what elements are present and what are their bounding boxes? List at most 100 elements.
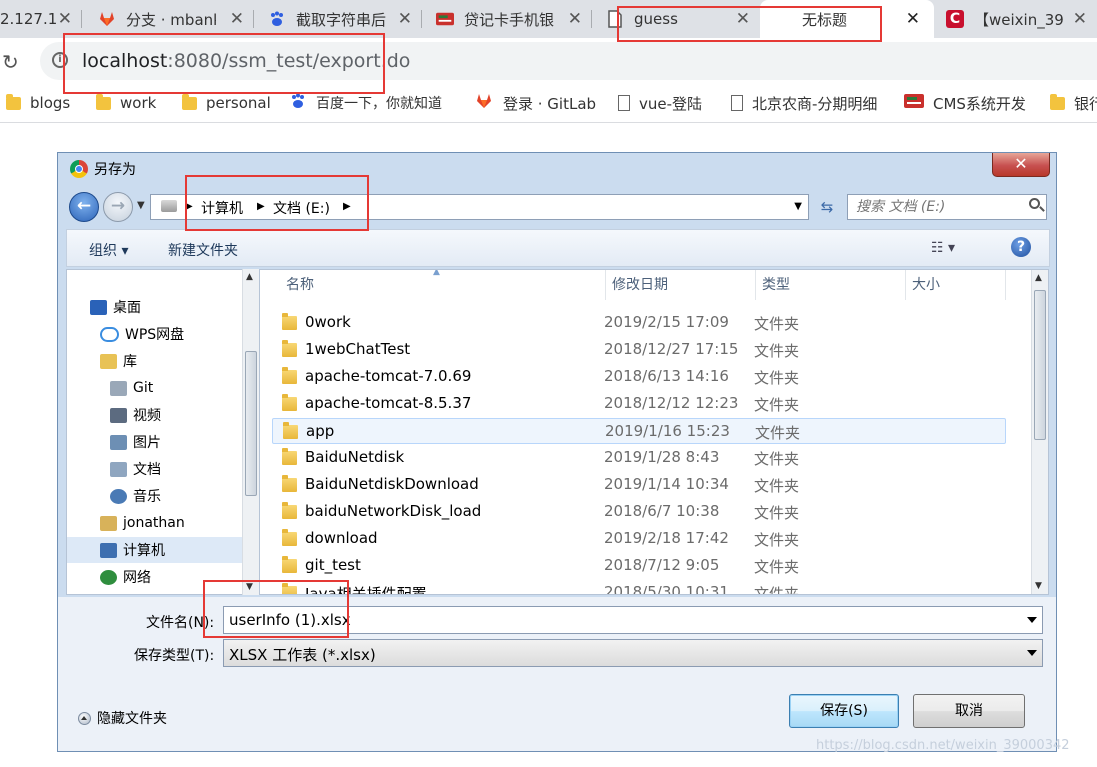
breadcrumb[interactable]: ▶ 计算机 ▶ 文档 (E:) ▶ ▼ (150, 194, 809, 220)
close-tab-icon[interactable]: ✕ (736, 9, 750, 29)
tab-1[interactable]: 2.127.1 ✕ (0, 0, 82, 38)
table-row[interactable]: baiduNetworkDisk_load 2018/6/7 10:38 文件夹 (272, 499, 1006, 525)
omnibox[interactable]: i localhost:8080/ssm_test/export.do (40, 42, 1097, 80)
view-options-icon[interactable]: ☷ ▾ (931, 240, 955, 256)
scroll-up-icon[interactable]: ▲ (246, 272, 253, 282)
close-tab-icon[interactable]: ✕ (906, 9, 920, 29)
save-as-dialog: 另存为 ✕ ← → ▼ ▶ 计算机 ▶ 文档 (E:) ▶ ▼ ⇆ 组织 ▾ 新… (57, 152, 1057, 752)
scroll-down-icon[interactable]: ▼ (246, 582, 253, 592)
tab-7[interactable]: C 【weixin_39 ✕ (938, 0, 1097, 38)
bookmark-gitlab[interactable]: 登录 · GitLab (474, 92, 596, 114)
nav-item-user[interactable]: jonathan (67, 510, 242, 536)
hide-folders-toggle[interactable]: 隐藏文件夹 (78, 708, 167, 728)
bookmark-bank-detail[interactable]: 北京农商-分期明细 (731, 92, 877, 114)
chevron-down-icon[interactable] (1027, 650, 1037, 656)
nav-item-pictures[interactable]: 图片 (67, 429, 242, 455)
dialog-close-button[interactable]: ✕ (992, 153, 1050, 177)
url-text[interactable]: localhost:8080/ssm_test/export.do (82, 50, 410, 72)
scroll-down-icon[interactable]: ▼ (1035, 581, 1042, 591)
bookmark-vue-login[interactable]: vue-登陆 (618, 92, 702, 114)
search-input[interactable] (856, 198, 1016, 216)
breadcrumb-computer[interactable]: 计算机 (201, 198, 243, 218)
breadcrumb-separator-icon[interactable]: ▶ (185, 201, 193, 212)
breadcrumb-separator-icon[interactable]: ▶ (343, 201, 351, 212)
search-icon[interactable] (1029, 198, 1040, 209)
organize-button[interactable]: 组织 ▾ (89, 240, 128, 260)
table-row[interactable]: BaiduNetdisk 2019/1/28 8:43 文件夹 (272, 445, 1006, 471)
tab-title: 贷记卡手机银 (464, 10, 554, 29)
navigation-pane[interactable]: 桌面 WPS网盘 库 Git 视频 图片 文档 音乐 jonathan 计算机 … (66, 269, 242, 595)
breadcrumb-separator-icon[interactable]: ▶ (257, 201, 265, 212)
column-header-type[interactable]: 类型 (762, 270, 790, 300)
bookmark-work[interactable]: work (96, 92, 156, 114)
column-header-date[interactable]: 修改日期 (612, 270, 668, 300)
bookmark-cms[interactable]: CMS系统开发 (904, 92, 1026, 114)
bookmark-blogs[interactable]: blogs (6, 92, 70, 114)
table-row[interactable]: BaiduNetdiskDownload 2019/1/14 10:34 文件夹 (272, 472, 1006, 498)
save-type-select[interactable]: XLSX 工作表 (*.xlsx) (223, 639, 1043, 667)
forward-button[interactable]: → (103, 192, 133, 222)
close-tab-icon[interactable]: ✕ (58, 9, 72, 29)
new-folder-button[interactable]: 新建文件夹 (168, 240, 238, 260)
filename-field[interactable] (223, 606, 1043, 634)
bookmark-baidu[interactable]: 百度一下，你就知道 (289, 92, 442, 114)
documents-icon (110, 461, 127, 477)
nav-item-documents[interactable]: 文档 (67, 456, 242, 482)
table-row[interactable]: Java相关插件配置 2018/5/30 10:31 文件夹 (272, 580, 1006, 594)
nav-item-wps-cloud[interactable]: WPS网盘 (67, 321, 242, 347)
nav-item-git[interactable]: Git (67, 375, 242, 401)
breadcrumb-documents-drive[interactable]: 文档 (E:) (273, 198, 330, 218)
search-box[interactable] (847, 194, 1047, 220)
save-button[interactable]: 保存(S) (789, 694, 899, 728)
bookmark-personal[interactable]: personal (182, 92, 271, 114)
page-icon (731, 95, 743, 111)
table-row[interactable]: 1webChatTest 2018/12/27 17:15 文件夹 (272, 337, 1006, 363)
file-list[interactable]: ▲ 名称 修改日期 类型 大小 0work 2019/2/15 17:09 文件… (259, 269, 1049, 595)
help-icon[interactable]: ? (1011, 237, 1031, 257)
chevron-down-icon[interactable] (1027, 617, 1037, 623)
table-row[interactable]: apache-tomcat-7.0.69 2018/6/13 14:16 文件夹 (272, 364, 1006, 390)
scroll-thumb[interactable] (1034, 290, 1046, 440)
nav-item-desktop[interactable]: 桌面 (67, 294, 242, 320)
tab-2[interactable]: 分支 · mbank ✕ (86, 0, 254, 38)
cancel-button[interactable]: 取消 (913, 694, 1025, 728)
refresh-icon[interactable]: ⇆ (814, 194, 840, 220)
table-row[interactable]: 0work 2019/2/15 17:09 文件夹 (272, 310, 1006, 336)
close-tab-icon[interactable]: ✕ (230, 9, 244, 29)
scroll-thumb[interactable] (245, 351, 257, 496)
tab-active[interactable]: 无标题 ✕ (760, 0, 934, 38)
navigation-scrollbar[interactable]: ▲ ▼ (242, 269, 259, 595)
scroll-up-icon[interactable]: ▲ (1035, 273, 1042, 283)
close-tab-icon[interactable]: ✕ (398, 9, 412, 29)
tab-3[interactable]: 截取字符串后 ✕ (256, 0, 422, 38)
back-button[interactable]: ← (69, 192, 99, 222)
table-row[interactable]: download 2019/2/18 17:42 文件夹 (272, 526, 1006, 552)
nav-item-computer[interactable]: 计算机 (67, 537, 242, 563)
table-row[interactable]: app 2019/1/16 15:23 文件夹 (272, 418, 1006, 444)
folder-icon (282, 340, 297, 357)
bookmark-bank[interactable]: 银行 (1050, 92, 1097, 114)
file-list-scrollbar[interactable]: ▲ ▼ (1031, 270, 1048, 594)
chevron-down-icon[interactable]: ▼ (794, 201, 802, 212)
network-icon (100, 569, 117, 585)
close-tab-icon[interactable]: ✕ (1073, 9, 1087, 29)
tab-5[interactable]: guess ✕ (596, 0, 760, 38)
table-row[interactable]: git_test 2018/7/12 9:05 文件夹 (272, 553, 1006, 579)
history-dropdown-icon[interactable]: ▼ (137, 200, 145, 211)
reload-icon[interactable]: ↻ (2, 50, 19, 74)
nav-item-music[interactable]: 音乐 (67, 483, 242, 509)
nav-item-library[interactable]: 库 (67, 348, 242, 374)
info-icon[interactable]: i (52, 52, 68, 68)
tab-4[interactable]: 贷记卡手机银 ✕ (424, 0, 592, 38)
column-header-name[interactable]: 名称 (286, 270, 314, 300)
table-row[interactable]: apache-tomcat-8.5.37 2018/12/12 12:23 文件… (272, 391, 1006, 417)
tab-title: 2.127.1 (0, 10, 58, 28)
column-header-size[interactable]: 大小 (912, 270, 940, 300)
close-tab-icon[interactable]: ✕ (568, 9, 582, 29)
filename-input[interactable] (229, 611, 1019, 629)
nav-item-network[interactable]: 网络 (67, 564, 242, 590)
save-type-value: XLSX 工作表 (*.xlsx) (229, 646, 376, 664)
git-library-icon (110, 380, 127, 396)
nav-item-videos[interactable]: 视频 (67, 402, 242, 428)
folder-icon (282, 394, 297, 411)
